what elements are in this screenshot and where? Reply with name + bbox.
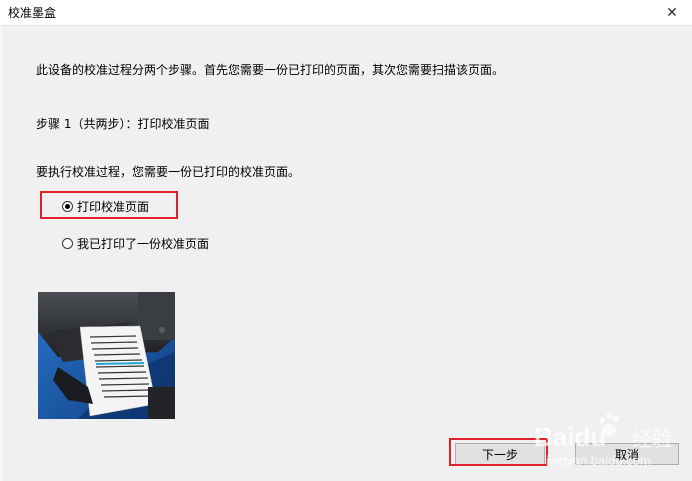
close-icon: ✕: [666, 4, 678, 21]
option-already-printed[interactable]: 我已打印了一份校准页面: [62, 235, 209, 252]
option-print-calibration-page[interactable]: 打印校准页面: [62, 198, 149, 215]
next-button[interactable]: 下一步: [455, 443, 545, 465]
close-button[interactable]: ✕: [652, 0, 692, 25]
next-button-label: 下一步: [481, 447, 518, 462]
radio-unselected-icon[interactable]: [62, 238, 73, 249]
printer-printing-page-illustration: [38, 292, 175, 419]
title-bar: 校准墨盒 ✕: [0, 0, 692, 26]
option-label: 打印校准页面: [77, 200, 150, 214]
intro-text: 此设备的校准过程分两个步骤。首先您需要一份已打印的页面，其次您需要扫描该页面。: [36, 63, 505, 77]
window-title: 校准墨盒: [8, 6, 57, 20]
window-edge: [0, 26, 2, 481]
option-label: 我已打印了一份校准页面: [77, 237, 210, 251]
step-label: 步骤 1（共两步）：打印校准页面: [36, 117, 210, 131]
instruction-text: 要执行校准过程，您需要一份已打印的校准页面。: [36, 165, 301, 179]
cancel-button-label: 取消: [614, 447, 639, 462]
cancel-button[interactable]: 取消: [575, 443, 679, 465]
printer-illustration: [38, 292, 175, 419]
radio-selected-icon[interactable]: [62, 201, 73, 212]
